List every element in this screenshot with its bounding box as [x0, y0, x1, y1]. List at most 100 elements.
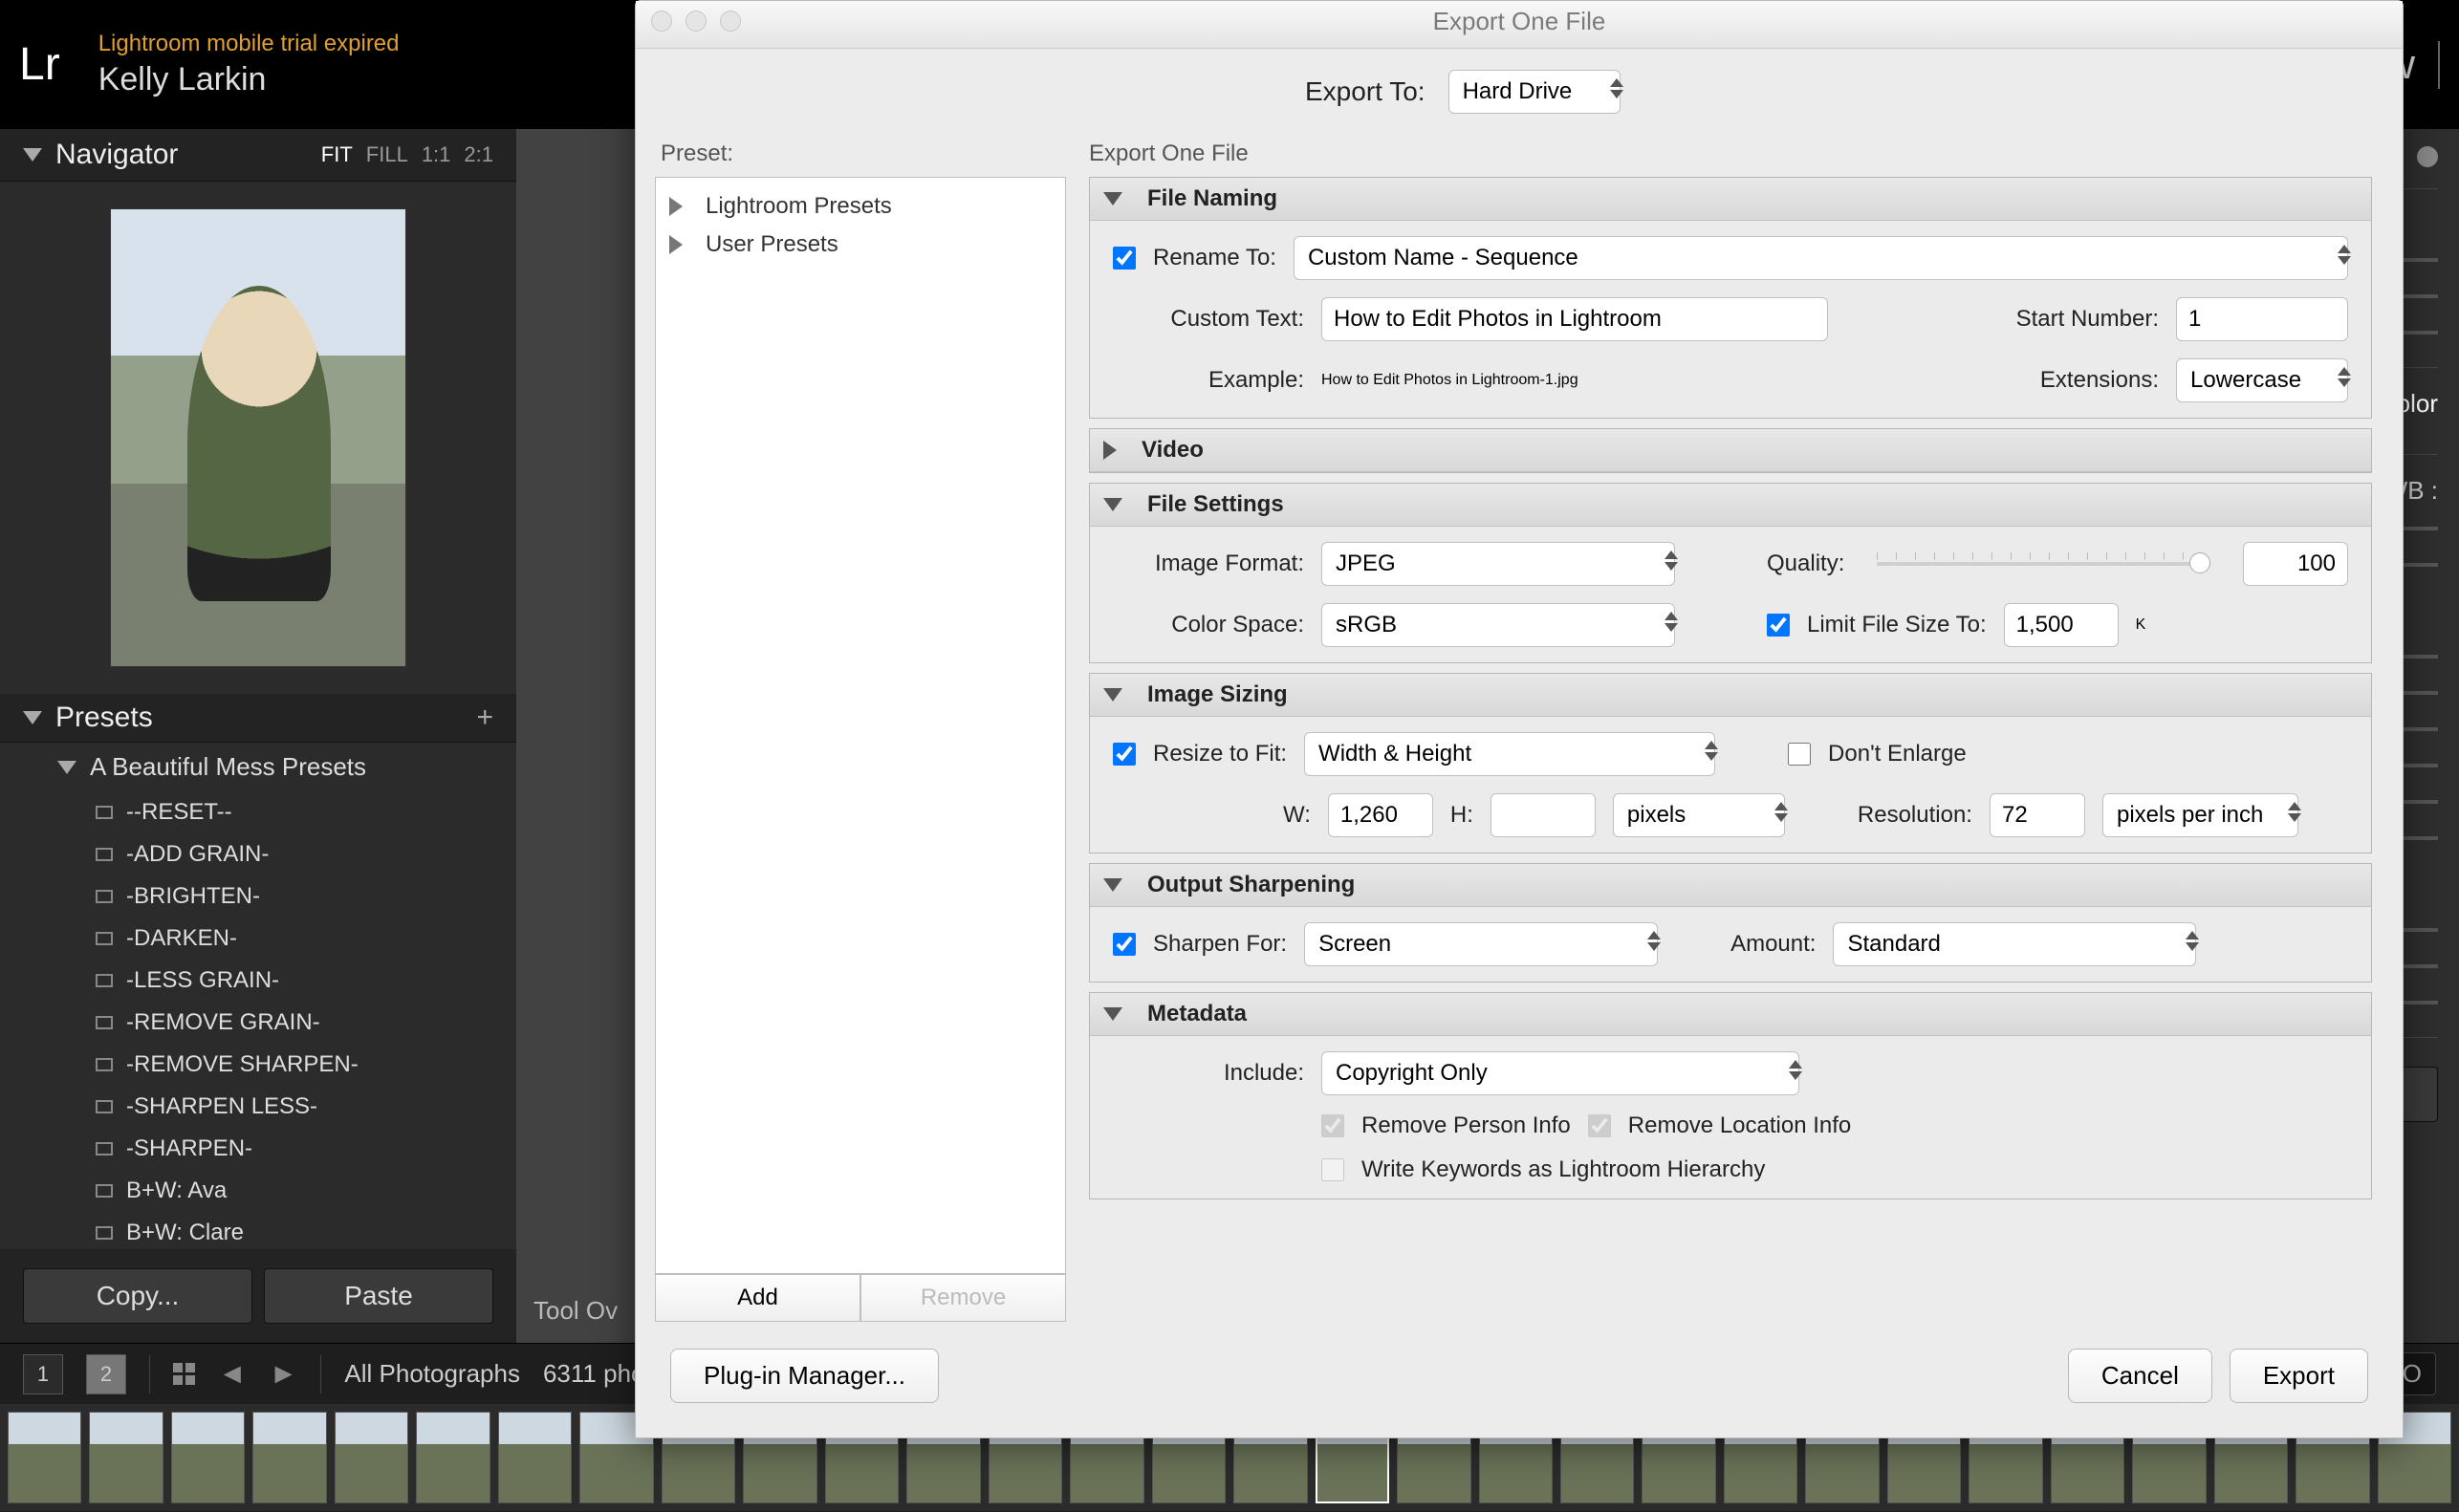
collection-name[interactable]: All Photographs [344, 1359, 520, 1389]
prev-arrow-icon[interactable]: ◄ [218, 1358, 247, 1391]
color-space-select[interactable]: sRGB [1321, 603, 1675, 647]
preset-item[interactable]: -REMOVE GRAIN- [96, 1002, 516, 1044]
export-to-select[interactable]: Hard Drive [1448, 70, 1621, 114]
preset-item[interactable]: B+W: Ava [96, 1170, 516, 1212]
preset-folder[interactable]: A Beautiful Mess Presets [0, 743, 516, 791]
metadata-include-select[interactable]: Copyright Only [1321, 1051, 1799, 1095]
preset-item[interactable]: -SHARPEN- [96, 1128, 516, 1170]
add-preset-button[interactable]: Add [655, 1274, 860, 1322]
preset-tree-node[interactable]: User Presets [669, 226, 1052, 264]
plugin-manager-button[interactable]: Plug-in Manager... [670, 1349, 939, 1403]
copy-button[interactable]: Copy... [23, 1268, 252, 1324]
lightroom-window: Lr Lightroom mobile trial expired Kelly … [0, 0, 2459, 1512]
height-input[interactable] [1491, 793, 1596, 837]
filmstrip-thumbnail[interactable] [89, 1412, 163, 1503]
chevron-right-icon [669, 197, 683, 216]
section-file-naming: File Naming Rename To: Custom Name - Seq… [1089, 177, 2372, 419]
resolution-input[interactable] [1990, 793, 2085, 837]
nav-fit[interactable]: FIT [321, 142, 353, 167]
limit-size-input[interactable] [2004, 603, 2119, 647]
quality-input[interactable] [2243, 542, 2348, 586]
zoom-icon[interactable] [720, 11, 741, 32]
extensions-select[interactable]: Lowercase [2176, 358, 2348, 402]
filmstrip-thumbnail[interactable] [416, 1412, 490, 1503]
resize-mode-select[interactable]: Width & Height [1304, 732, 1715, 776]
navigator-header[interactable]: Navigator FIT FILL 1:1 2:1 [0, 129, 516, 182]
custom-text-input[interactable] [1321, 297, 1828, 341]
width-label: W: [1283, 802, 1311, 829]
plus-icon[interactable]: + [476, 702, 493, 734]
sharpen-checkbox[interactable] [1113, 933, 1136, 956]
section-title: Metadata [1147, 1001, 1247, 1027]
preset-item-label: -SHARPEN- [126, 1135, 252, 1162]
export-dialog: Export One File Export To: Hard Drive Pr… [635, 0, 2404, 1438]
window-controls[interactable] [651, 11, 741, 32]
dialog-title-bar[interactable]: Export One File [636, 1, 2403, 49]
preset-icon [96, 1142, 113, 1156]
preset-item[interactable]: -REMOVE SHARPEN- [96, 1044, 516, 1086]
example-value: How to Edit Photos in Lightroom-1.jpg [1321, 372, 1578, 389]
filmstrip-thumbnail[interactable] [8, 1412, 81, 1503]
presets-header[interactable]: Presets + [0, 694, 516, 743]
preset-item[interactable]: -BRIGHTEN- [96, 875, 516, 918]
nav-2to1[interactable]: 2:1 [464, 142, 493, 167]
section-header-output-sharpening[interactable]: Output Sharpening [1090, 864, 2371, 907]
preset-item-label: -BRIGHTEN- [126, 883, 260, 910]
minimize-icon[interactable] [685, 11, 707, 32]
resize-label: Resize to Fit: [1153, 741, 1287, 767]
left-panel: Navigator FIT FILL 1:1 2:1 Presets + A B… [0, 129, 516, 1343]
section-header-file-settings[interactable]: File Settings [1090, 484, 2371, 527]
preset-tree[interactable]: Lightroom PresetsUser Presets [655, 177, 1066, 1274]
rename-to-checkbox[interactable] [1113, 247, 1136, 270]
limit-size-checkbox[interactable] [1767, 614, 1790, 637]
limit-size-label: Limit File Size To: [1807, 612, 1987, 638]
nav-fill[interactable]: FILL [366, 142, 408, 167]
page-1-button[interactable]: 1 [23, 1354, 63, 1394]
sharpen-amount-select[interactable]: Standard [1833, 922, 2196, 966]
settings-scroll[interactable]: File Naming Rename To: Custom Name - Seq… [1089, 177, 2383, 1314]
filmstrip-thumbnail[interactable] [171, 1412, 245, 1503]
preset-item[interactable]: -ADD GRAIN- [96, 833, 516, 875]
settings-column: Export One File File Naming Re [1066, 140, 2383, 1322]
grid-icon[interactable] [173, 1363, 195, 1385]
nav-1to1[interactable]: 1:1 [422, 142, 451, 167]
start-number-label: Start Number: [2016, 306, 2159, 333]
preset-item[interactable]: -SHARPEN LESS- [96, 1086, 516, 1128]
preset-item[interactable]: -DARKEN- [96, 918, 516, 960]
export-dialog-container: Export One File Export To: Hard Drive Pr… [635, 0, 2404, 1462]
navigator-preview[interactable] [0, 182, 516, 694]
quality-slider[interactable] [1877, 562, 2210, 566]
filmstrip-thumbnail[interactable] [335, 1412, 408, 1503]
page-2-button[interactable]: 2 [86, 1354, 126, 1394]
preset-tree-node[interactable]: Lightroom Presets [669, 187, 1052, 226]
remove-location-checkbox [1588, 1114, 1611, 1137]
resolution-unit-select[interactable]: pixels per inch [2102, 793, 2298, 837]
section-header-image-sizing[interactable]: Image Sizing [1090, 674, 2371, 717]
filmstrip-thumbnail[interactable] [498, 1412, 572, 1503]
navigator-zoom-options[interactable]: FIT FILL 1:1 2:1 [321, 142, 493, 167]
section-header-file-naming[interactable]: File Naming [1090, 178, 2371, 221]
chevron-down-icon [1103, 192, 1122, 205]
start-number-input[interactable] [2176, 297, 2348, 341]
close-icon[interactable] [651, 11, 672, 32]
preset-item[interactable]: --RESET-- [96, 791, 516, 833]
section-header-video[interactable]: Video [1090, 429, 2371, 472]
section-header-metadata[interactable]: Metadata [1090, 993, 2371, 1036]
filmstrip-thumbnail[interactable] [252, 1412, 326, 1503]
rename-template-select[interactable]: Custom Name - Sequence [1294, 236, 2348, 280]
export-button[interactable]: Export [2230, 1349, 2368, 1403]
dialog-title: Export One File [1433, 7, 1606, 35]
sharpen-for-select[interactable]: Screen [1304, 922, 1658, 966]
brush-icon[interactable] [2417, 146, 2438, 167]
dont-enlarge-checkbox[interactable] [1788, 743, 1811, 766]
width-input[interactable] [1328, 793, 1433, 837]
section-metadata: Metadata Include: Copyright Only [1089, 992, 2372, 1199]
next-arrow-icon[interactable]: ► [270, 1358, 298, 1391]
preset-item[interactable]: -LESS GRAIN- [96, 960, 516, 1002]
cancel-button[interactable]: Cancel [2068, 1349, 2212, 1403]
preset-item[interactable]: B+W: Clare [96, 1212, 516, 1249]
resize-checkbox[interactable] [1113, 743, 1136, 766]
paste-button[interactable]: Paste [264, 1268, 493, 1324]
size-unit-select[interactable]: pixels [1613, 793, 1785, 837]
image-format-select[interactable]: JPEG [1321, 542, 1675, 586]
